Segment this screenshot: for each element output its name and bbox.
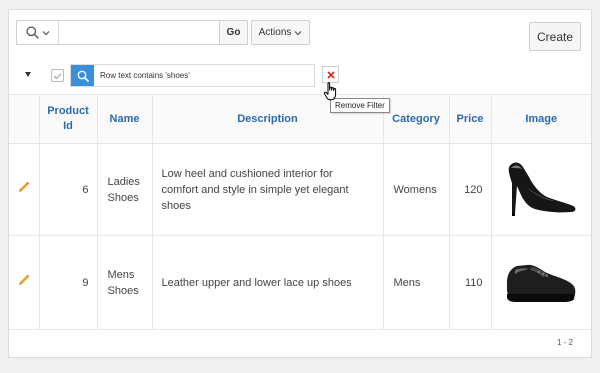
search-bar: Go bbox=[16, 20, 248, 45]
collapse-toggle-icon[interactable] bbox=[25, 72, 31, 77]
filter-enable-checkbox[interactable] bbox=[51, 69, 64, 82]
pagination-range: 1 - 2 bbox=[556, 338, 573, 347]
actions-menu-button[interactable]: Actions bbox=[251, 20, 310, 45]
image-cell bbox=[491, 143, 591, 236]
header-category[interactable]: Category bbox=[383, 94, 450, 144]
filter-chip[interactable]: Row text contains 'shoes' bbox=[70, 64, 315, 87]
description-cell: Low heel and cushioned interior for comf… bbox=[152, 143, 384, 236]
actions-label: Actions bbox=[258, 27, 292, 38]
edit-cell bbox=[9, 235, 40, 330]
search-column-menu[interactable] bbox=[16, 20, 58, 45]
mens-derby-shoe-image bbox=[507, 264, 576, 302]
header-image[interactable]: Image bbox=[491, 94, 591, 144]
price-cell: 120 bbox=[449, 143, 492, 236]
pencil-edit-icon[interactable] bbox=[18, 181, 30, 193]
interactive-report-region: Go Actions Create Row text contains 'sho… bbox=[8, 9, 592, 358]
search-icon bbox=[25, 26, 39, 39]
create-button[interactable]: Create bbox=[529, 22, 581, 51]
filter-text: Row text contains 'shoes' bbox=[100, 71, 190, 80]
womens-pump-shoe-image bbox=[508, 162, 576, 216]
table-row: 9 Mens Shoes Leather upper and lower lac… bbox=[9, 235, 591, 330]
description-cell: Leather upper and lower lace up shoes bbox=[152, 235, 384, 330]
header-product-id[interactable]: Product Id bbox=[39, 94, 98, 144]
chevron-down-icon bbox=[42, 30, 49, 35]
remove-filter-button[interactable] bbox=[322, 66, 339, 83]
category-cell: Mens bbox=[383, 235, 450, 330]
edit-cell bbox=[9, 143, 40, 236]
report-table: Product Id Name Description Category Pri… bbox=[9, 94, 591, 330]
pencil-edit-icon[interactable] bbox=[18, 274, 30, 286]
close-icon bbox=[326, 70, 335, 79]
category-cell: Womens bbox=[383, 143, 450, 236]
product-id-cell: 9 bbox=[39, 235, 98, 330]
header-product-id-label: Product Id bbox=[47, 105, 89, 132]
filter-search-icon bbox=[71, 65, 94, 86]
name-cell: Ladies Shoes bbox=[97, 143, 153, 236]
image-cell bbox=[491, 235, 591, 330]
header-name[interactable]: Name bbox=[97, 94, 153, 144]
table-row: 6 Ladies Shoes Low heel and cushioned in… bbox=[9, 143, 591, 236]
chevron-down-icon bbox=[294, 30, 302, 35]
name-cell: Mens Shoes bbox=[97, 235, 153, 330]
price-cell: 110 bbox=[449, 235, 492, 330]
hand-cursor-icon bbox=[323, 82, 337, 101]
product-id-cell: 6 bbox=[39, 143, 98, 236]
table-header-row: Product Id Name Description Category Pri… bbox=[9, 94, 591, 144]
checkmark-icon bbox=[53, 72, 62, 79]
header-edit bbox=[9, 94, 40, 144]
go-button[interactable]: Go bbox=[220, 20, 248, 45]
header-price[interactable]: Price bbox=[449, 94, 492, 144]
search-input[interactable] bbox=[58, 20, 220, 45]
